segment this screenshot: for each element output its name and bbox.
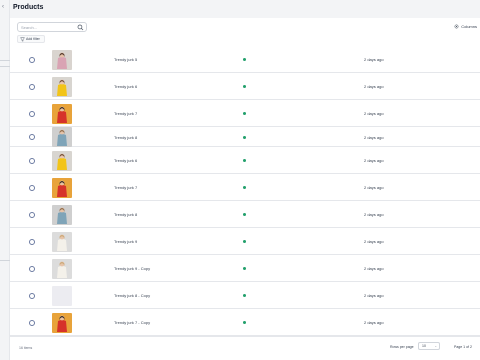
product-name: Trendy jurk 7 - Copy: [114, 320, 151, 325]
table-row[interactable]: Trendy jurk 8 2 days ago: [10, 127, 480, 147]
updated-date: 2 days ago: [364, 239, 384, 244]
product-thumbnail: [52, 258, 72, 279]
search-box: [17, 22, 87, 32]
status-dot: [243, 186, 246, 189]
table-row[interactable]: Trendy jurk 6 2 days ago: [10, 73, 480, 100]
updated-date: 2 days ago: [364, 266, 384, 271]
status-dot: [243, 85, 246, 88]
table-row[interactable]: Trendy jurk 8 2 days ago: [10, 201, 480, 228]
status-dot: [243, 112, 246, 115]
rows-per-page-value: 10: [422, 344, 426, 348]
row-select-radio[interactable]: [29, 134, 35, 140]
product-name: Trendy jurk 7: [114, 111, 138, 116]
row-select-radio[interactable]: [29, 211, 35, 218]
product-thumbnail: [52, 76, 72, 97]
page-title: Products: [13, 4, 44, 11]
row-select-radio[interactable]: [29, 110, 35, 117]
left-sidebar: ‹: [0, 0, 10, 360]
status-dot: [243, 240, 246, 243]
status-dot: [243, 135, 246, 139]
gear-icon: [454, 24, 459, 29]
table-row[interactable]: Trendy jurk 7 - Copy 2 days ago: [10, 309, 480, 336]
chevron-down-icon: ⌄: [434, 344, 437, 348]
sidebar-divider: [0, 60, 10, 61]
status-dot: [243, 294, 246, 297]
table-row[interactable]: Trendy jurk 9 2 days ago: [10, 228, 480, 255]
status-dot: [243, 321, 246, 324]
columns-button[interactable]: Columns: [454, 24, 477, 29]
product-name: Trendy jurk 8 - Copy: [114, 293, 151, 298]
product-name: Trendy jurk 6: [114, 158, 138, 163]
product-thumbnail: [52, 285, 72, 306]
row-select-radio[interactable]: [29, 56, 35, 63]
product-thumbnail: [52, 127, 72, 147]
product-name: Trendy jurk 9 - Copy: [114, 266, 151, 271]
row-select-radio[interactable]: [29, 319, 35, 326]
page-indicator: Page 1 of 2: [454, 345, 472, 349]
table-footer: 16 items Rows per page 10 ⌄ Page 1 of 2: [10, 336, 480, 360]
table-row[interactable]: Trendy jurk 7 2 days ago: [10, 100, 480, 127]
status-dot: [243, 267, 246, 270]
updated-date: 2 days ago: [364, 320, 384, 325]
updated-date: 2 days ago: [364, 134, 384, 140]
row-select-radio[interactable]: [29, 157, 35, 164]
search-icon[interactable]: [77, 24, 84, 31]
product-thumbnail: [52, 312, 72, 333]
search-input[interactable]: [21, 24, 73, 31]
status-dot: [243, 159, 246, 162]
product-name: Trendy jurk 8: [114, 134, 138, 140]
product-name: Trendy jurk 7: [114, 185, 138, 190]
table-row[interactable]: Trendy jurk 7 2 days ago: [10, 174, 480, 201]
product-name: Trendy jurk 9: [114, 239, 138, 244]
row-select-radio[interactable]: [29, 265, 35, 272]
rows-per-page-label: Rows per page: [390, 345, 414, 349]
product-thumbnail: [52, 103, 72, 124]
row-select-radio[interactable]: [29, 184, 35, 191]
product-name: Trendy jurk 8: [114, 212, 138, 217]
table-row[interactable]: Trendy jurk 8 - Copy 2 days ago: [10, 282, 480, 309]
table-row[interactable]: Trendy jurk 9 - Copy 2 days ago: [10, 255, 480, 282]
add-filter-label: Add filter: [26, 37, 40, 41]
updated-date: 2 days ago: [364, 293, 384, 298]
columns-label: Columns: [461, 24, 477, 29]
back-arrow-icon[interactable]: ‹: [2, 4, 4, 10]
updated-date: 2 days ago: [364, 212, 384, 217]
page-header: Products: [10, 0, 480, 18]
sidebar-divider: [0, 260, 10, 261]
product-thumbnail: [52, 150, 72, 171]
row-select-radio[interactable]: [29, 238, 35, 245]
sidebar-divider: [0, 66, 10, 67]
product-thumbnail: [52, 177, 72, 198]
product-thumbnail: [52, 204, 72, 225]
updated-date: 2 days ago: [364, 57, 384, 62]
product-name: Trendy jurk 6: [114, 84, 138, 89]
add-filter-button[interactable]: Add filter: [17, 35, 45, 43]
table-row[interactable]: Trendy jurk 6 2 days ago: [10, 147, 480, 174]
table-row[interactable]: Trendy jurk 5 2 days ago: [10, 46, 480, 73]
products-table: Trendy jurk 5 2 days ago Trendy jurk 6 2 da…: [10, 46, 480, 336]
updated-date: 2 days ago: [364, 185, 384, 190]
rows-per-page-select[interactable]: 10 ⌄: [418, 342, 440, 350]
filter-icon: [20, 37, 25, 42]
product-name: Trendy jurk 5: [114, 57, 138, 62]
status-dot: [243, 213, 246, 216]
status-dot: [243, 58, 246, 61]
item-count: 16 items: [19, 346, 33, 350]
product-thumbnail: [52, 49, 72, 70]
table-toolbar: Add filter Columns: [10, 18, 480, 46]
row-select-radio[interactable]: [29, 83, 35, 90]
product-thumbnail: [52, 231, 72, 252]
updated-date: 2 days ago: [364, 111, 384, 116]
updated-date: 2 days ago: [364, 158, 384, 163]
updated-date: 2 days ago: [364, 84, 384, 89]
row-select-radio[interactable]: [29, 292, 35, 299]
